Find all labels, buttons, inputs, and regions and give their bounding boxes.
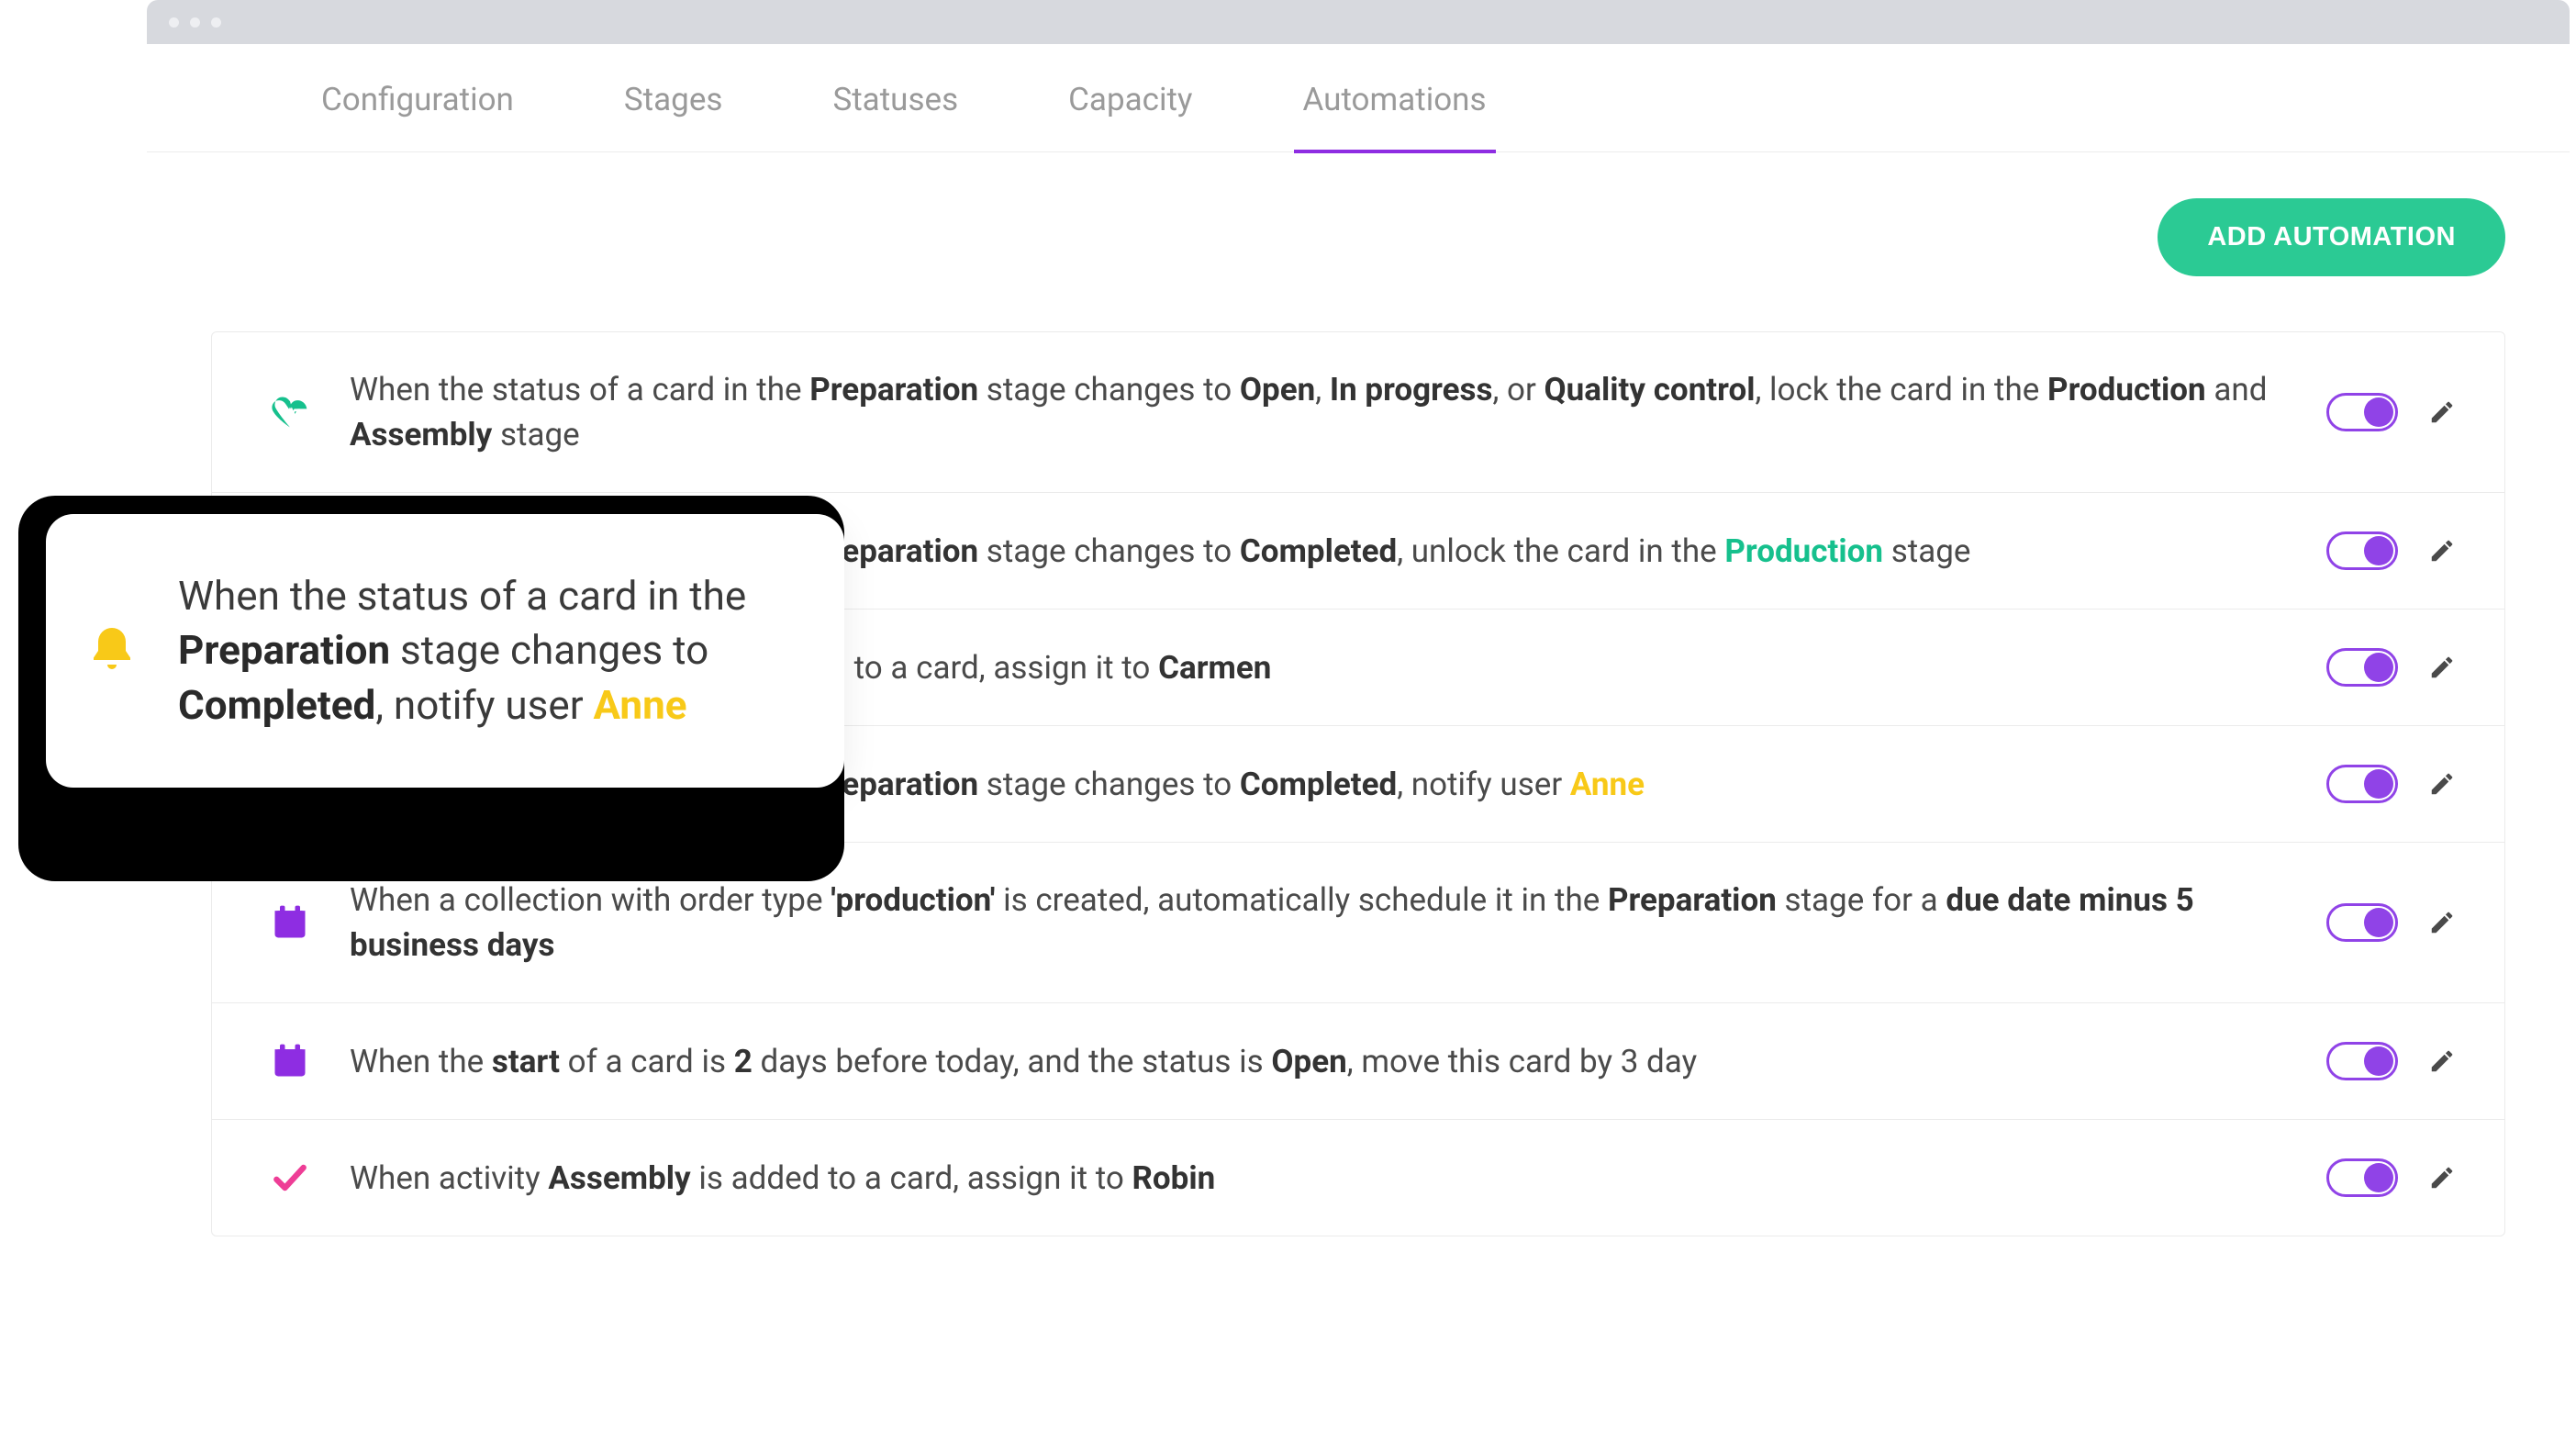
window-control-maximize[interactable] bbox=[211, 17, 221, 28]
rule-enabled-toggle[interactable] bbox=[2326, 765, 2398, 803]
automation-rule-row: When activity Assembly is added to a car… bbox=[212, 1120, 2504, 1236]
check-icon bbox=[267, 1155, 313, 1201]
popup-rule-text: When the status of a card in the Prepara… bbox=[178, 569, 789, 733]
rule-enabled-toggle[interactable] bbox=[2326, 393, 2398, 431]
window-titlebar bbox=[147, 0, 2570, 44]
edit-rule-button[interactable] bbox=[2425, 651, 2459, 684]
rule-controls bbox=[2326, 648, 2459, 687]
window-control-minimize[interactable] bbox=[190, 17, 200, 28]
edit-rule-button[interactable] bbox=[2425, 396, 2459, 429]
edit-rule-button[interactable] bbox=[2425, 906, 2459, 939]
tab-capacity[interactable]: Capacity bbox=[1059, 81, 1201, 153]
rule-description: When the status of a card in the Prepara… bbox=[350, 367, 2290, 457]
automation-rule-row: When the start of a card is 2 days befor… bbox=[212, 1003, 2504, 1120]
automation-rule-row: When the status of a card in the Prepara… bbox=[212, 332, 2504, 493]
edit-rule-button[interactable] bbox=[2425, 1045, 2459, 1078]
tab-stages[interactable]: Stages bbox=[615, 81, 732, 153]
rule-controls bbox=[2326, 1042, 2459, 1080]
rule-enabled-toggle[interactable] bbox=[2326, 531, 2398, 570]
edit-rule-button[interactable] bbox=[2425, 1161, 2459, 1194]
edit-rule-button[interactable] bbox=[2425, 534, 2459, 567]
rule-enabled-toggle[interactable] bbox=[2326, 903, 2398, 942]
rule-controls bbox=[2326, 1158, 2459, 1197]
rule-controls bbox=[2326, 393, 2459, 431]
rule-enabled-toggle[interactable] bbox=[2326, 648, 2398, 687]
rule-enabled-toggle[interactable] bbox=[2326, 1158, 2398, 1197]
window-control-close[interactable] bbox=[169, 17, 179, 28]
bell-icon bbox=[83, 621, 141, 680]
tab-configuration[interactable]: Configuration bbox=[312, 81, 523, 153]
calendar-icon bbox=[267, 1038, 313, 1084]
calendar-icon bbox=[267, 900, 313, 945]
tab-automations[interactable]: Automations bbox=[1294, 81, 1496, 153]
rule-description: When the start of a card is 2 days befor… bbox=[350, 1039, 2290, 1084]
rule-description: When activity Assembly is added to a car… bbox=[350, 1156, 2290, 1201]
heartbeat-icon bbox=[267, 389, 313, 435]
tab-bar: Configuration Stages Statuses Capacity A… bbox=[147, 44, 2570, 152]
add-automation-button[interactable]: ADD AUTOMATION bbox=[2158, 198, 2505, 276]
rule-enabled-toggle[interactable] bbox=[2326, 1042, 2398, 1080]
rule-controls bbox=[2326, 765, 2459, 803]
rule-description: When a collection with order type 'produ… bbox=[350, 878, 2290, 968]
rule-controls bbox=[2326, 903, 2459, 942]
tab-statuses[interactable]: Statuses bbox=[823, 81, 967, 153]
automation-popup-card: When the status of a card in the Prepara… bbox=[46, 514, 844, 788]
edit-rule-button[interactable] bbox=[2425, 767, 2459, 800]
actions-bar: ADD AUTOMATION bbox=[211, 198, 2505, 276]
rule-controls bbox=[2326, 531, 2459, 570]
